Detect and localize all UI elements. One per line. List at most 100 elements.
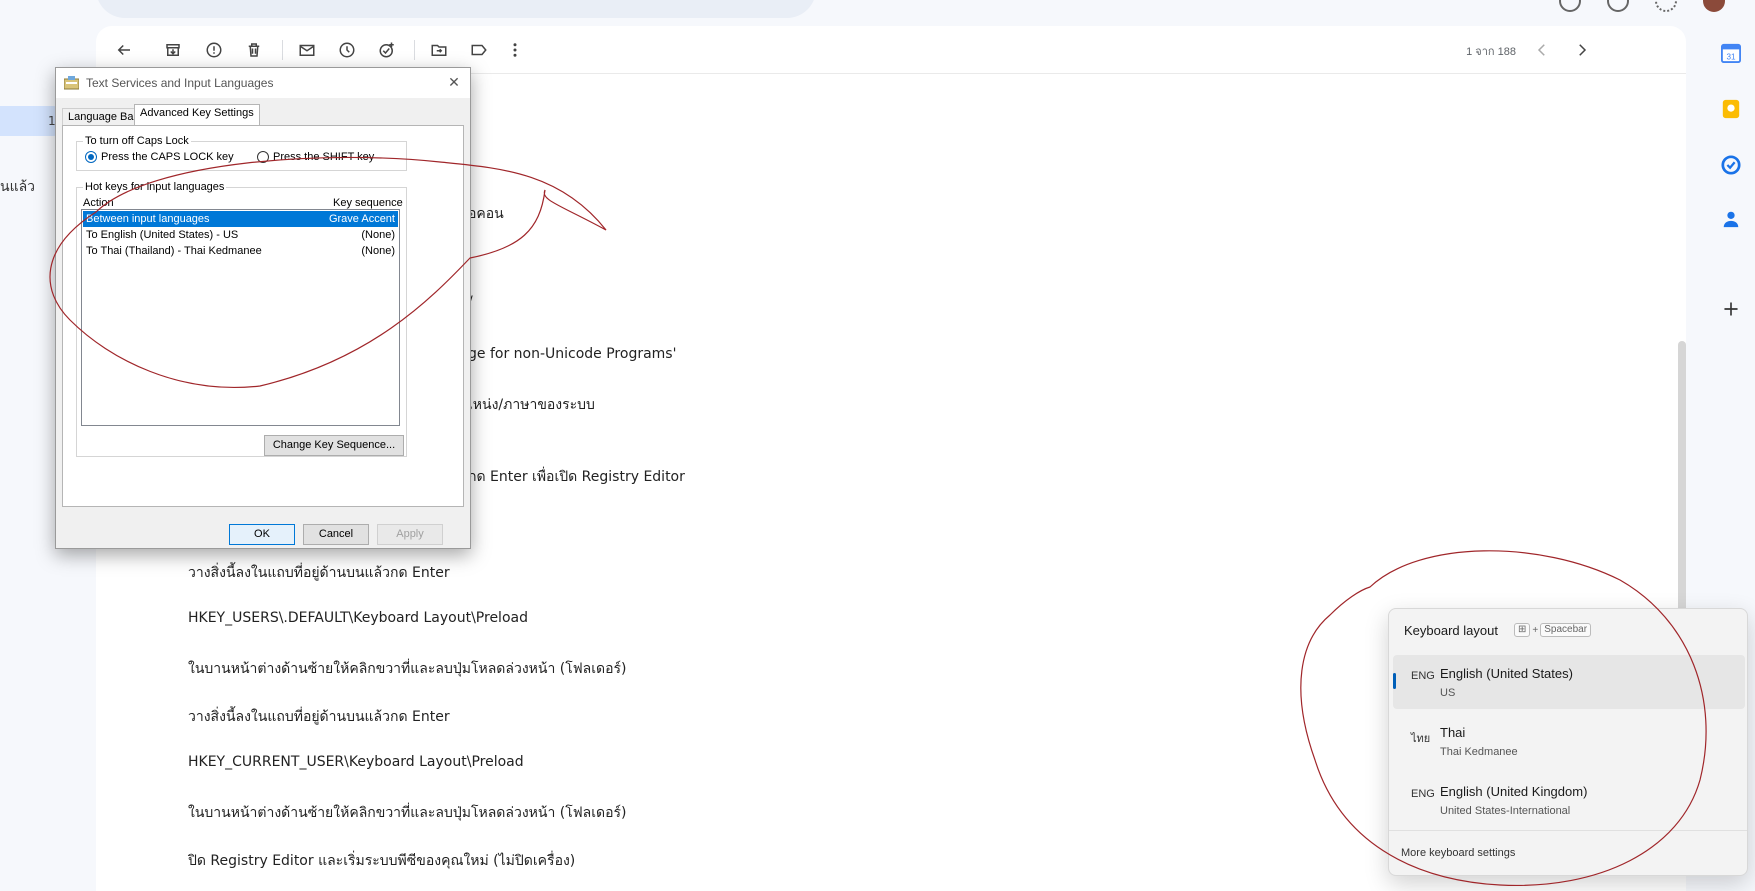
contacts-icon[interactable] — [1720, 208, 1742, 230]
list-item[interactable]: To English (United States) - US (None) — [83, 227, 398, 243]
search-bar[interactable] — [96, 0, 816, 18]
pagination-text: 1 จาก 188 — [1466, 46, 1516, 58]
mail-icon — [299, 44, 315, 56]
dialog-titlebar[interactable]: Text Services and Input Languages ✕ — [56, 68, 470, 98]
label-button[interactable] — [467, 38, 491, 62]
layout-sub: United States-International — [1440, 805, 1571, 817]
body-text-line: HKEY_USERS\.DEFAULT\Keyboard Layout\Prel… — [188, 610, 528, 626]
more-vert-icon — [513, 43, 517, 57]
toolbar-divider — [414, 40, 415, 60]
list-item-action: Between input languages — [86, 213, 210, 225]
add-task-icon — [379, 42, 394, 58]
close-icon[interactable]: ✕ — [446, 74, 462, 90]
sidebar-item-label: นแล้ว — [0, 178, 36, 194]
tab-page: To turn off Caps Lock Press the CAPS LOC… — [62, 125, 464, 507]
apply-button[interactable]: Apply — [377, 524, 443, 545]
caps-lock-group-title: To turn off Caps Lock — [83, 135, 191, 147]
body-text-line: เหน่ง/ภาษาของระบบ — [468, 397, 595, 413]
list-item-key: Grave Accent — [328, 213, 395, 225]
layout-code: ENG — [1411, 788, 1435, 800]
add-addon-icon[interactable] — [1720, 298, 1742, 320]
body-text-line: ในบานหน้าต่างด้านซ้ายให้คลิกขวาที่และลบป… — [188, 661, 627, 677]
layout-name: English (United Kingdom) — [1440, 784, 1588, 799]
help-icon[interactable] — [1559, 0, 1581, 12]
keyboard-app-icon — [64, 76, 79, 90]
clock-icon — [339, 42, 355, 58]
body-text-line: ปิด Registry Editor และเริ่มระบบพีซีของค… — [188, 853, 576, 869]
radio-shift[interactable]: Press the SHIFT key — [257, 151, 374, 163]
list-item[interactable]: Between input languages Grave Accent — [83, 211, 398, 227]
add-task-button[interactable] — [375, 38, 399, 62]
body-text-line: กด Enter เพื่อเปิด Registry Editor — [468, 469, 685, 485]
body-text-line: วางสิ่งนี้ลงในแถบที่อยู่ด้านบนแล้วกด Ent… — [188, 709, 450, 725]
body-text-line: อคอน — [468, 206, 504, 222]
calendar-icon[interactable]: 31 — [1720, 42, 1742, 64]
shortcut-plus: + — [1532, 624, 1539, 636]
trash-icon — [248, 43, 260, 57]
list-item-key: (None) — [361, 229, 395, 241]
tab-advanced-key-settings[interactable]: Advanced Key Settings — [134, 104, 260, 126]
caps-lock-group: To turn off Caps Lock Press the CAPS LOC… — [76, 135, 407, 171]
change-key-sequence-button[interactable]: Change Key Sequence... — [264, 435, 404, 456]
back-button[interactable] — [112, 38, 136, 62]
windows-key-icon: ⊞ — [1514, 623, 1531, 637]
layout-code: ENG — [1411, 670, 1435, 682]
selected-indicator — [1393, 673, 1396, 689]
keep-icon[interactable] — [1720, 98, 1742, 120]
cancel-button[interactable]: Cancel — [303, 524, 369, 545]
list-item-action: To English (United States) - US — [86, 229, 239, 241]
list-item-action: To Thai (Thailand) - Thai Kedmanee — [86, 245, 262, 257]
list-item-key: (None) — [361, 245, 395, 257]
apps-grid-icon[interactable] — [1655, 0, 1677, 12]
more-options-button[interactable] — [503, 38, 527, 62]
flyout-title: Keyboard layout — [1404, 623, 1498, 638]
radio-unselected-icon — [257, 151, 269, 163]
list-item[interactable]: To Thai (Thailand) - Thai Kedmanee (None… — [83, 243, 398, 259]
flyout-divider — [1389, 830, 1747, 831]
calendar-day: 31 — [1726, 52, 1736, 61]
toolbar-divider — [282, 40, 283, 60]
layout-sub: Thai Kedmanee — [1440, 746, 1518, 758]
avatar[interactable] — [1703, 0, 1725, 12]
label-icon — [471, 44, 487, 56]
hotkeys-list[interactable]: Between input languages Grave Accent To … — [81, 209, 400, 426]
hotkeys-group-title: Hot keys for input languages — [83, 181, 227, 193]
move-to-button[interactable] — [427, 38, 451, 62]
ok-button[interactable]: OK — [229, 524, 295, 545]
body-text-line: HKEY_CURRENT_USER\Keyboard Layout\Preloa… — [188, 754, 524, 770]
folder-move-icon — [431, 44, 447, 56]
spacebar-key: Spacebar — [1540, 623, 1592, 637]
dialog-title: Text Services and Input Languages — [86, 76, 274, 90]
top-right-icons — [1559, 0, 1725, 12]
layout-item-english-uk[interactable]: ENG English (United Kingdom) United Stat… — [1393, 773, 1745, 827]
scrollbar[interactable] — [1678, 341, 1686, 641]
report-spam-button[interactable] — [202, 38, 226, 62]
settings-icon[interactable] — [1607, 0, 1629, 12]
archive-icon — [166, 44, 180, 56]
layout-item-english-us[interactable]: ENG English (United States) US — [1393, 655, 1745, 709]
layout-name: Thai — [1440, 725, 1466, 740]
radio-caps-lock[interactable]: Press the CAPS LOCK key — [85, 151, 234, 163]
layout-code: ไทย — [1411, 733, 1431, 745]
chevron-right-icon — [1579, 44, 1587, 56]
snooze-button[interactable] — [335, 38, 359, 62]
archive-button[interactable] — [161, 38, 185, 62]
tab-language-bar[interactable]: Language Bar — [62, 108, 144, 126]
arrow-left-icon — [117, 44, 130, 56]
delete-button[interactable] — [242, 38, 266, 62]
radio-selected-icon — [85, 151, 97, 163]
column-header-key-sequence: Key sequence — [333, 197, 403, 209]
more-keyboard-settings-link[interactable]: More keyboard settings — [1401, 847, 1515, 859]
radio-caps-lock-label: Press the CAPS LOCK key — [101, 151, 234, 163]
layout-item-thai[interactable]: ไทย Thai Thai Kedmanee — [1393, 714, 1745, 768]
radio-shift-label: Press the SHIFT key — [273, 151, 375, 163]
tasks-icon[interactable] — [1720, 154, 1742, 176]
chevron-left-icon — [1537, 44, 1545, 56]
shortcut-hint: ⊞ + Spacebar — [1514, 623, 1592, 637]
keyboard-layout-flyout: Keyboard layout ⊞ + Spacebar ENG English… — [1388, 608, 1748, 876]
text-services-dialog: Text Services and Input Languages ✕ Lang… — [55, 67, 471, 549]
report-icon — [206, 42, 222, 58]
mark-unread-button[interactable] — [295, 38, 319, 62]
previous-button[interactable] — [1530, 38, 1554, 62]
next-button[interactable] — [1570, 38, 1594, 62]
